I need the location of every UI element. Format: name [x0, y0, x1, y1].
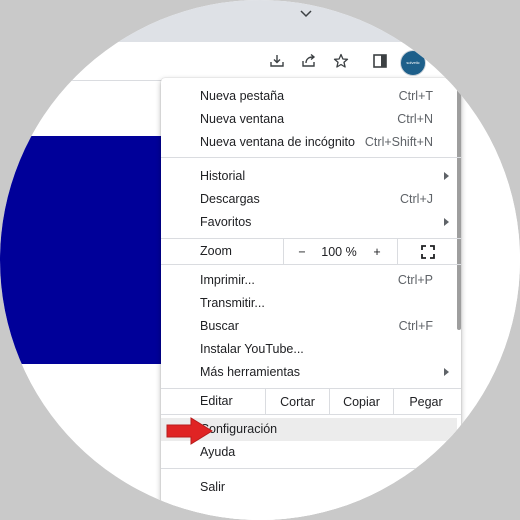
menu-item-history[interactable]: Historial: [161, 165, 457, 188]
zoom-value: 100 %: [321, 244, 357, 259]
zoom-out-button[interactable]: −: [283, 239, 320, 264]
menu-item-label: Favoritos: [200, 215, 252, 229]
menu-item-shortcut: Ctrl+Shift+N: [364, 135, 433, 149]
screenshot-viewport: solvetic Nueva pestaña Ctrl+T Nueva vent…: [0, 0, 520, 520]
menu-item-label: Historial: [200, 169, 246, 183]
menu-item-new-window[interactable]: Nueva ventana Ctrl+N: [161, 108, 457, 131]
zoom-label: Zoom: [200, 244, 232, 258]
share-icon[interactable]: [298, 50, 320, 72]
menu-item-label: Nueva ventana de incógnito: [200, 135, 355, 149]
paste-button[interactable]: Pegar: [393, 389, 458, 414]
star-icon[interactable]: [330, 50, 352, 72]
menu-item-label: Buscar: [200, 319, 239, 333]
menu-item-cast[interactable]: Transmitir...: [161, 292, 457, 315]
menu-item-label: Salir: [200, 480, 226, 494]
fullscreen-icon: [421, 244, 435, 259]
browser-toolbar: [0, 42, 520, 81]
chevron-down-icon[interactable]: [298, 8, 314, 20]
menu-item-label: Más herramientas: [200, 365, 301, 379]
submenu-arrow-icon: [444, 218, 449, 226]
fullscreen-button[interactable]: [397, 239, 458, 264]
copy-button[interactable]: Copiar: [329, 389, 393, 414]
menu-item-shortcut: Ctrl+F: [398, 319, 433, 333]
edit-row: Editar Cortar Copiar Pegar: [161, 389, 457, 414]
menu-item-shortcut: Ctrl+P: [397, 273, 433, 287]
menu-item-install-youtube[interactable]: Instalar YouTube...: [161, 338, 457, 361]
avatar-text: solvetic: [406, 60, 420, 65]
zoom-row: Zoom − 100 % +: [161, 239, 457, 264]
cut-button[interactable]: Cortar: [265, 389, 329, 414]
tab-strip: [0, 0, 520, 42]
menu-item-find[interactable]: Buscar Ctrl+F: [161, 315, 457, 338]
menu-item-downloads[interactable]: Descargas Ctrl+J: [161, 188, 457, 211]
page-blue-block: [0, 136, 163, 364]
menu-item-new-tab[interactable]: Nueva pestaña Ctrl+T: [161, 85, 457, 108]
menu-item-bookmarks[interactable]: Favoritos: [161, 211, 457, 234]
menu-item-label: Descargas: [200, 192, 260, 206]
menu-item-exit[interactable]: Salir: [161, 476, 457, 499]
download-icon[interactable]: [266, 50, 288, 72]
menu-separator: [161, 414, 461, 415]
submenu-arrow-icon: [444, 368, 449, 376]
submenu-arrow-icon: [444, 172, 449, 180]
submenu-arrow-icon: [444, 448, 449, 456]
edit-label: Editar: [200, 394, 233, 408]
menu-item-more-tools[interactable]: Más herramientas: [161, 361, 457, 384]
menu-item-shortcut: Ctrl+N: [397, 112, 433, 126]
menu-item-label: Instalar YouTube...: [200, 342, 304, 356]
avatar[interactable]: solvetic: [400, 50, 426, 76]
menu-separator: [161, 157, 461, 158]
menu-item-label: Nueva ventana: [200, 112, 285, 126]
menu-separator: [161, 264, 461, 265]
menu-item-label: Transmitir...: [200, 296, 265, 310]
menu-item-label: Nueva pestaña: [200, 89, 285, 103]
red-pointer-arrow-icon: [166, 417, 213, 445]
menu-item-print[interactable]: Imprimir... Ctrl+P: [161, 269, 457, 292]
sidepanel-icon[interactable]: [369, 50, 391, 72]
zoom-in-button[interactable]: +: [359, 239, 395, 264]
menu-item-label: Ayuda: [200, 445, 236, 459]
menu-item-shortcut: Ctrl+T: [398, 89, 433, 103]
menu-item-label: Imprimir...: [200, 273, 255, 287]
menu-separator: [161, 468, 461, 469]
menu-item-incognito-window[interactable]: Nueva ventana de incógnito Ctrl+Shift+N: [161, 131, 457, 154]
menu-scrollbar[interactable]: [457, 82, 461, 330]
menu-item-shortcut: Ctrl+J: [400, 192, 433, 206]
